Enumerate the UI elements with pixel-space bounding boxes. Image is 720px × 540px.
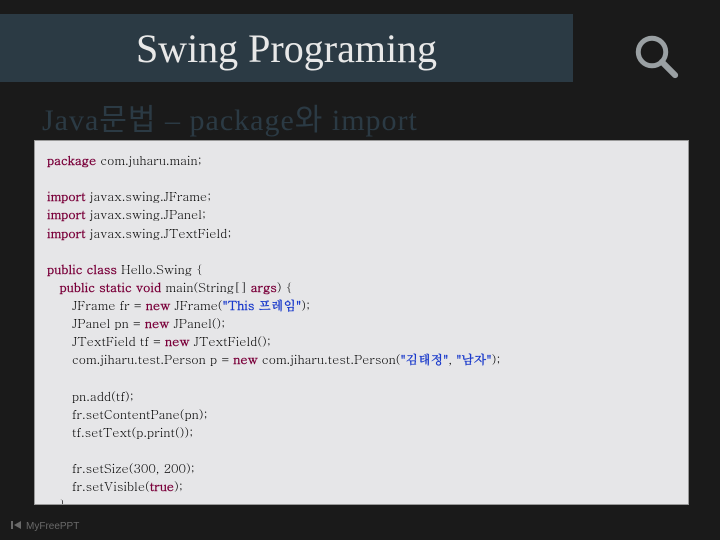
code-text: com.juharu.main; <box>96 151 202 169</box>
code-text: javax.swing.JFrame; <box>86 187 212 205</box>
code-text: JFrame fr = <box>47 296 146 314</box>
subtitle: Java문법 – package와 import <box>42 95 418 139</box>
code-text: javax.swing.JTextField; <box>86 224 232 242</box>
code-text: main(String[] <box>161 278 250 296</box>
code-text: ); <box>174 477 183 495</box>
footer-brand: MyFreePPT <box>10 519 79 534</box>
footer-text: MyFreePPT <box>26 521 79 532</box>
code-kw: import <box>47 224 86 242</box>
code-text: ); <box>492 350 501 368</box>
code-text: Hello.Swing { <box>117 260 203 278</box>
code-text: ); <box>301 296 310 314</box>
code-kw: true <box>150 477 174 495</box>
code-kw: new <box>233 350 257 368</box>
code-text: fr.setContentPane(pn); <box>47 405 208 423</box>
code-str: "This 프레임" <box>223 296 302 314</box>
code-text: JPanel pn = <box>47 314 145 332</box>
code-str: "김태정" <box>400 350 448 368</box>
page-title: Swing Programing <box>136 25 437 72</box>
code-text: fr.setVisible( <box>47 477 150 495</box>
code-text: javax.swing.JPanel; <box>86 205 206 223</box>
code-kw: import <box>47 187 86 205</box>
code-text: com.jiharu.test.Person p = <box>47 350 233 368</box>
code-kw: public class <box>47 260 117 278</box>
code-kw: import <box>47 205 86 223</box>
code-text: fr.setSize(300, 200); <box>47 459 195 477</box>
code-kw: package <box>47 151 96 169</box>
code-text: JTextField tf = <box>47 332 165 350</box>
code-str: "남자" <box>456 350 491 368</box>
code-text: ) { <box>277 278 292 296</box>
code-kw: public static void <box>47 278 161 296</box>
code-panel: package com.juharu.main; import javax.sw… <box>34 140 689 505</box>
code-text: JFrame( <box>170 296 222 314</box>
code-text: pn.add(tf); <box>47 387 134 405</box>
code-text: JPanel(); <box>169 314 225 332</box>
code-text: } <box>47 495 66 505</box>
rewind-icon <box>10 519 22 534</box>
code-text: JTextField(); <box>189 332 270 350</box>
code-kw: new <box>165 332 189 350</box>
header-bar: Swing Programing <box>0 14 573 82</box>
code-kw: args <box>251 278 277 296</box>
code-text: com.jiharu.test.Person( <box>258 350 401 368</box>
code-kw: new <box>145 314 169 332</box>
code-kw: new <box>146 296 170 314</box>
magnify-icon <box>630 30 685 85</box>
code-text: tf.setText(p.print()); <box>47 423 193 441</box>
